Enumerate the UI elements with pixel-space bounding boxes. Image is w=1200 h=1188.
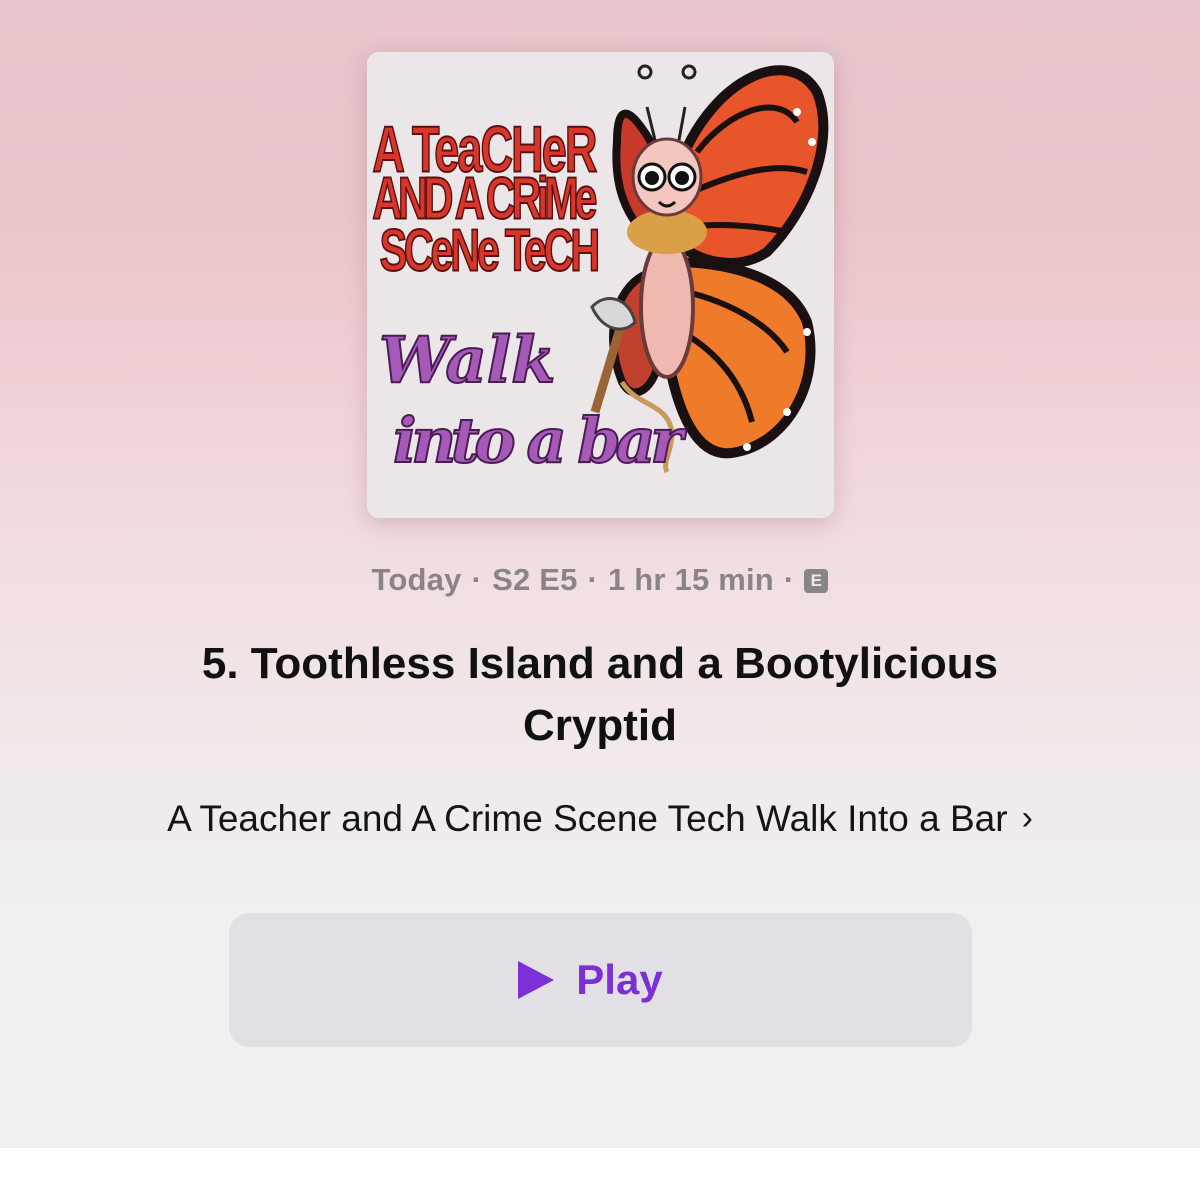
play-icon xyxy=(518,961,555,999)
artwork-script-1: Walk xyxy=(379,323,555,398)
meta-separator: · xyxy=(783,562,795,597)
artwork-script-2: into a bar xyxy=(393,404,687,477)
meta-separator: · xyxy=(471,562,483,597)
podcast-artwork: A TeaCHeR AND A CRiMe SCeNe TeCH Walk in… xyxy=(367,52,834,518)
episode-duration: 1 hr 15 min xyxy=(608,562,774,597)
artwork-line-3: SCeNe TeCH xyxy=(380,216,600,283)
meta-separator: · xyxy=(587,562,599,597)
episode-title: 5. Toothless Island and a Bootylicious C… xyxy=(201,639,999,750)
play-button[interactable]: Play xyxy=(229,913,972,1047)
episode-date: Today xyxy=(371,562,462,597)
episode-season-number: S2 E5 xyxy=(492,562,578,597)
episode-screen: A TeaCHeR AND A CRiMe SCeNe TeCH Walk in… xyxy=(0,0,1200,1148)
episode-meta: Today · S2 E5 · 1 hr 15 min · E xyxy=(0,562,1200,598)
play-button-label: Play xyxy=(576,956,663,1003)
bottom-area xyxy=(0,1148,1200,1188)
show-name: A Teacher and A Crime Scene Tech Walk In… xyxy=(167,798,1008,839)
show-link[interactable]: A Teacher and A Crime Scene Tech Walk In… xyxy=(0,798,1200,840)
chevron-right-icon: › xyxy=(1021,799,1033,837)
explicit-badge: E xyxy=(804,569,829,593)
